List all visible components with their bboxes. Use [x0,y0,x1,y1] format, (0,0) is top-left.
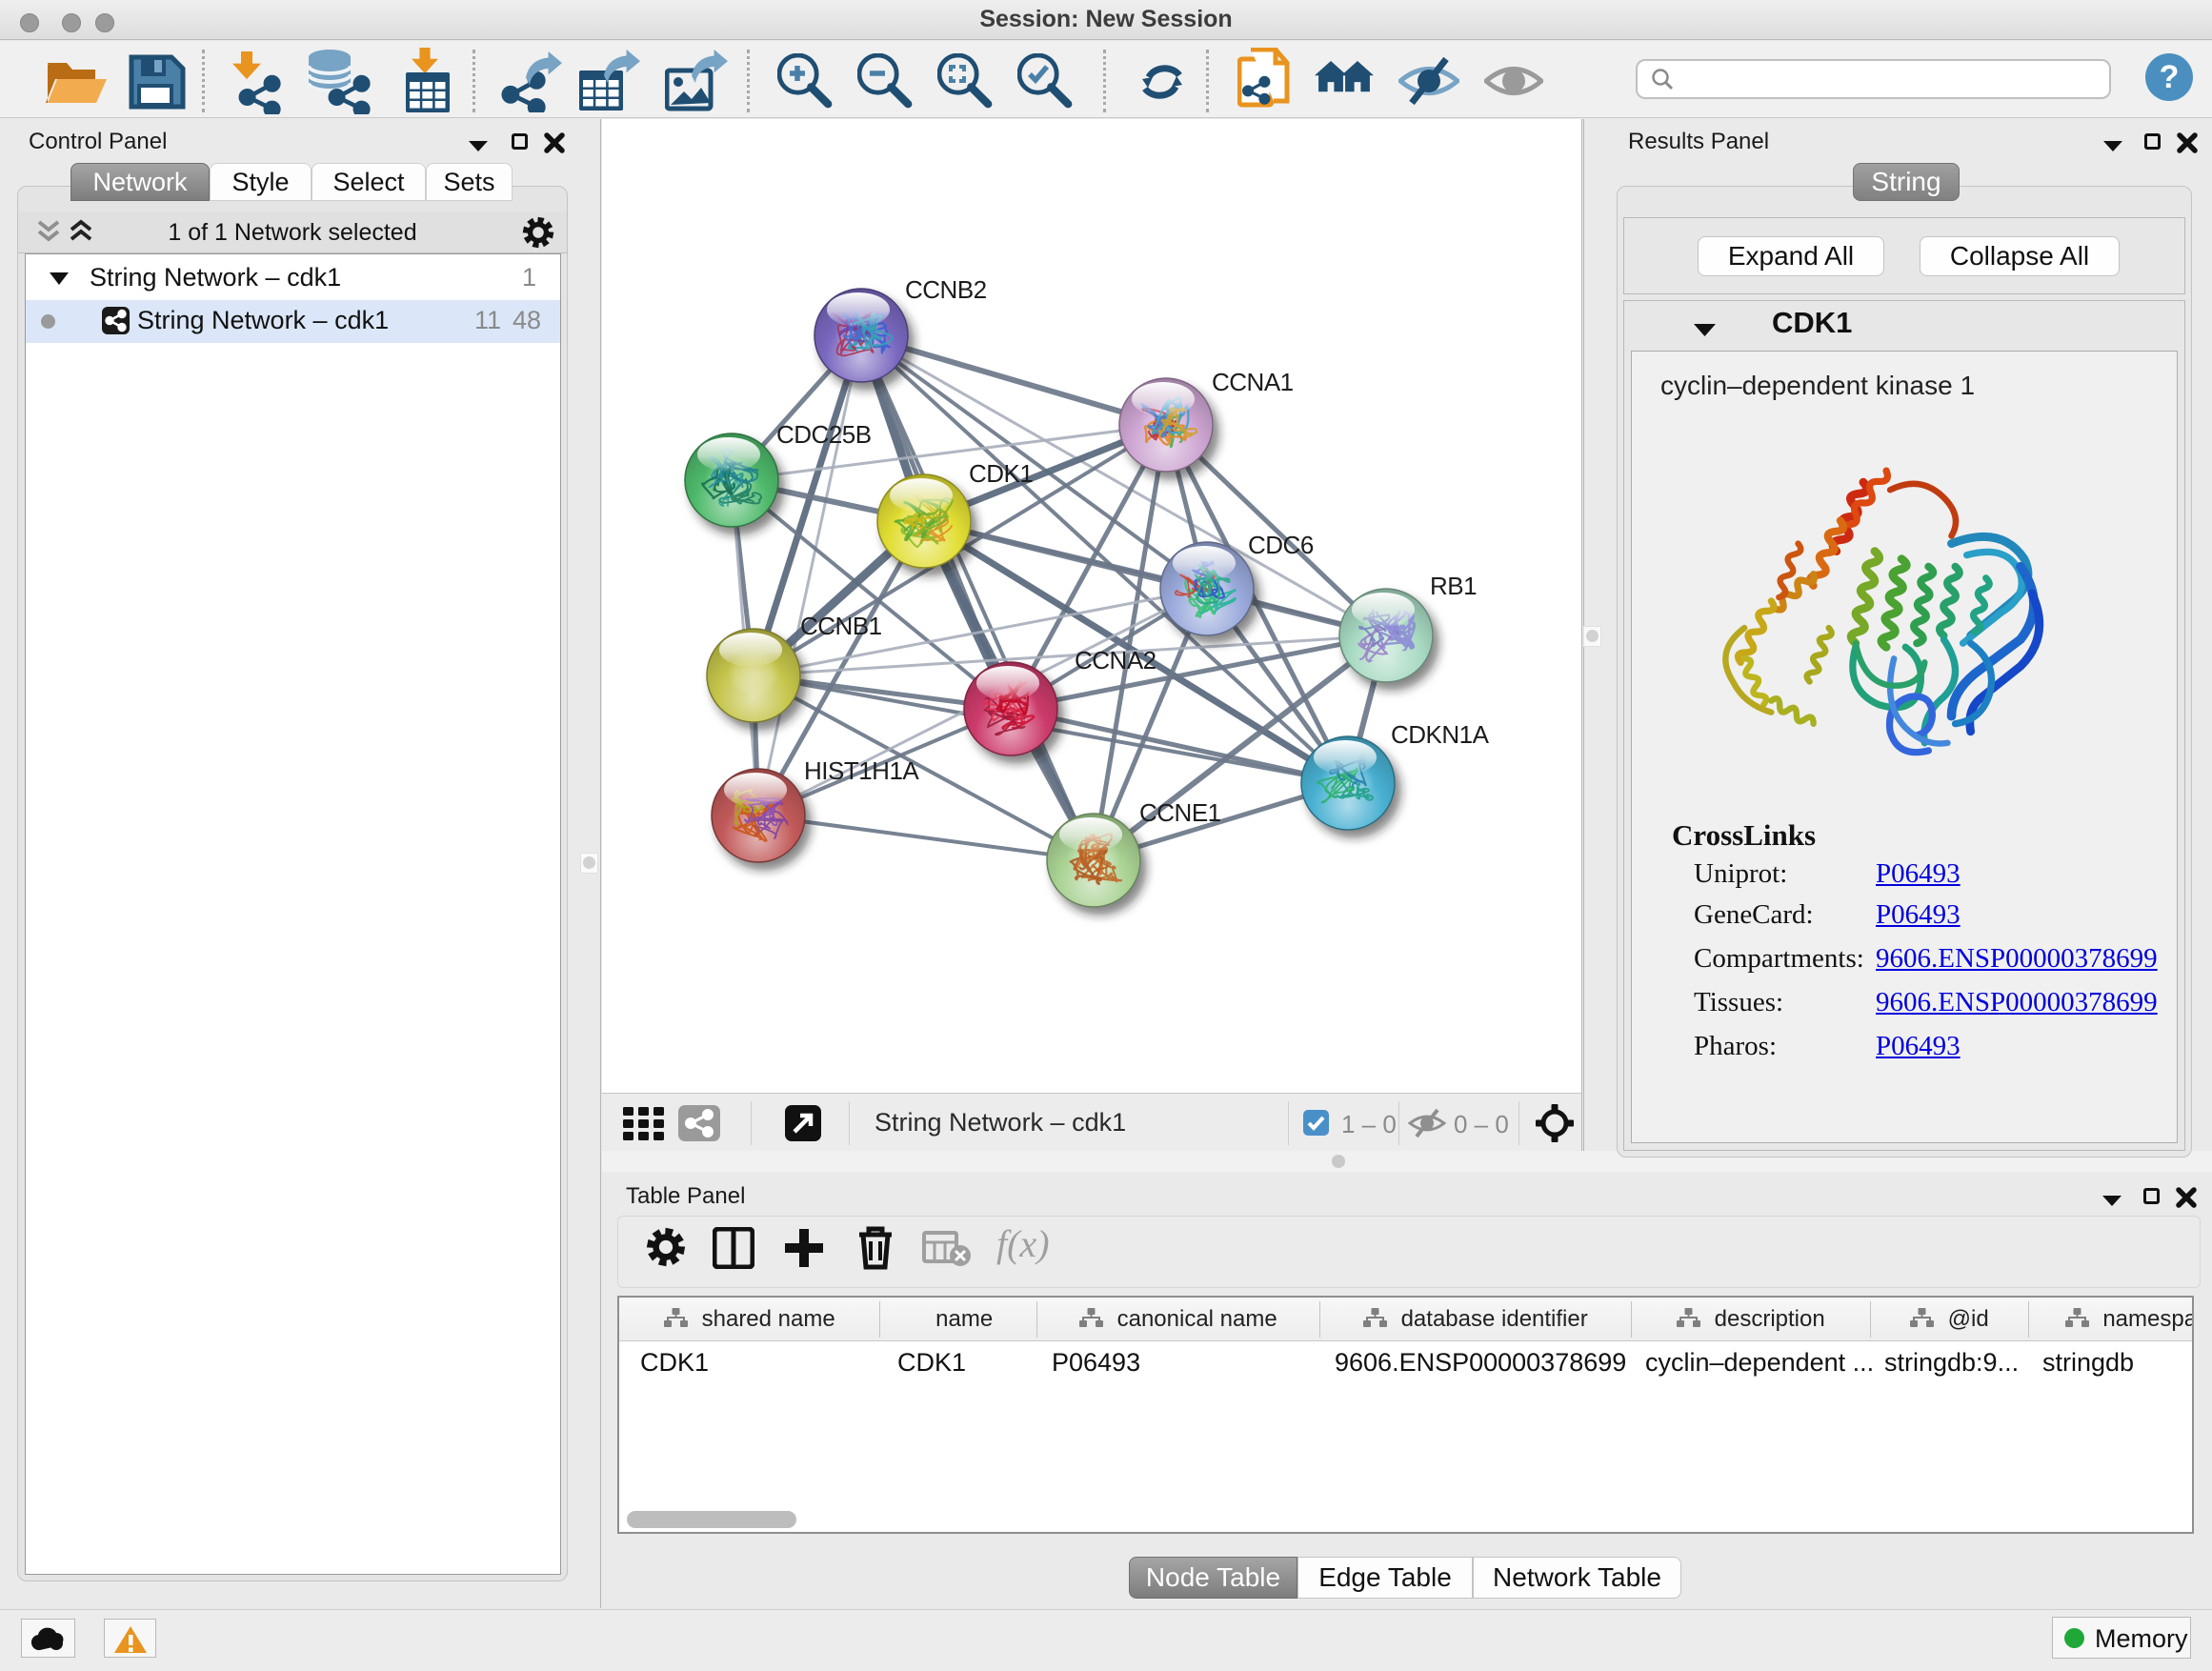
svg-text:CCNA2: CCNA2 [1075,646,1156,674]
svg-text:CCNE1: CCNE1 [1139,798,1221,827]
svg-text:CDKN1A: CDKN1A [1391,720,1490,749]
svg-text:CDC25B: CDC25B [776,420,872,449]
svg-text:CDK1: CDK1 [969,459,1033,488]
svg-text:CDC6: CDC6 [1248,531,1314,559]
svg-text:RB1: RB1 [1430,572,1477,600]
svg-text:CCNB2: CCNB2 [905,275,987,304]
svg-text:HIST1H1A: HIST1H1A [804,756,919,785]
svg-text:CCNA1: CCNA1 [1212,368,1294,396]
svg-text:CCNB1: CCNB1 [800,612,882,640]
